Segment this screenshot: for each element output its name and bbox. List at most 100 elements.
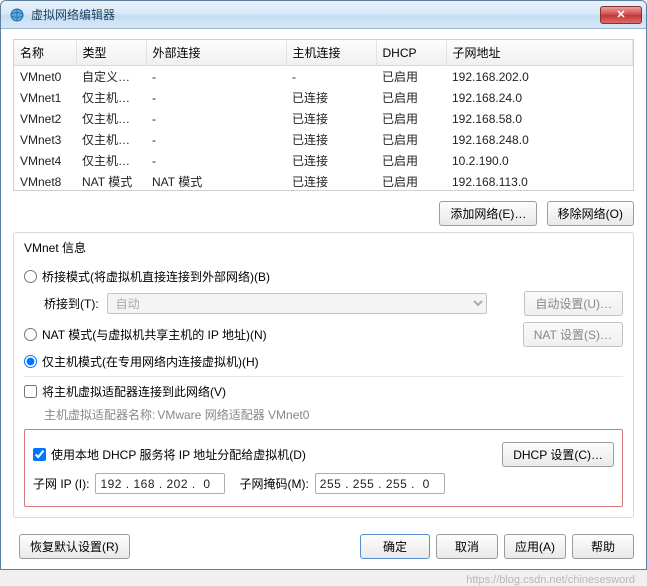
cell-subnet: 192.168.24.0: [446, 87, 633, 108]
cell-host: 已连接: [286, 129, 376, 150]
cell-subnet: 192.168.58.0: [446, 108, 633, 129]
cell-external: NAT 模式: [146, 171, 286, 191]
col-dhcp[interactable]: DHCP: [376, 40, 446, 66]
divider: [24, 376, 623, 377]
host-adapter-row: 将主机虚拟适配器连接到此网络(V): [24, 383, 623, 400]
dhcp-subnet-highlight: 使用本地 DHCP 服务将 IP 地址分配给虚拟机(D) DHCP 设置(C)……: [24, 429, 623, 507]
cell-host: 已连接: [286, 108, 376, 129]
bridged-mode-row: 桥接模式(将虚拟机直接连接到外部网络)(B): [24, 268, 623, 285]
nat-mode-row: NAT 模式(与虚拟机共享主机的 IP 地址)(N) NAT 设置(S)…: [24, 322, 623, 347]
vmnet-info-fieldset: VMnet 信息 桥接模式(将虚拟机直接连接到外部网络)(B) 桥接到(T): …: [13, 232, 634, 518]
cell-external: -: [146, 66, 286, 88]
cell-type: 自定义…: [76, 66, 146, 88]
bridged-mode-label: 桥接模式(将虚拟机直接连接到外部网络)(B): [42, 268, 270, 285]
table-row[interactable]: VMnet4仅主机…-已连接已启用10.2.190.0: [14, 150, 633, 171]
cell-dhcp: 已启用: [376, 87, 446, 108]
cell-name: VMnet8: [14, 171, 76, 191]
network-buttons-row: 添加网络(E)… 移除网络(O): [13, 201, 634, 226]
app-icon: [9, 7, 25, 23]
cell-name: VMnet2: [14, 108, 76, 129]
bridged-mode-radio[interactable]: [24, 270, 37, 283]
restore-defaults-button[interactable]: 恢复默认设置(R): [19, 534, 130, 559]
cell-type: 仅主机…: [76, 87, 146, 108]
apply-button[interactable]: 应用(A): [504, 534, 566, 559]
subnet-mask-input[interactable]: [315, 473, 445, 494]
cell-external: -: [146, 150, 286, 171]
content-area: 名称 类型 外部连接 主机连接 DHCP 子网地址 VMnet0自定义…--已启…: [1, 29, 646, 526]
watermark: https://blog.csdn.net/chinesesword: [0, 570, 647, 586]
cell-external: -: [146, 108, 286, 129]
table-row[interactable]: VMnet8NAT 模式NAT 模式已连接已启用192.168.113.0: [14, 171, 633, 191]
titlebar: 虚拟网络编辑器 ✕: [1, 1, 646, 29]
remove-network-button[interactable]: 移除网络(O): [547, 201, 634, 226]
cell-subnet: 192.168.248.0: [446, 129, 633, 150]
bridged-to-row: 桥接到(T): 自动 自动设置(U)…: [44, 291, 623, 316]
cell-host: 已连接: [286, 87, 376, 108]
table-row[interactable]: VMnet1仅主机…-已连接已启用192.168.24.0: [14, 87, 633, 108]
table-row[interactable]: VMnet3仅主机…-已连接已启用192.168.248.0: [14, 129, 633, 150]
add-network-button[interactable]: 添加网络(E)…: [439, 201, 537, 226]
close-icon: ✕: [616, 8, 625, 21]
cell-dhcp: 已启用: [376, 66, 446, 88]
host-adapter-checkbox[interactable]: [24, 385, 37, 398]
cell-subnet: 192.168.202.0: [446, 66, 633, 88]
cell-dhcp: 已启用: [376, 108, 446, 129]
cell-name: VMnet4: [14, 150, 76, 171]
cell-external: -: [146, 129, 286, 150]
ok-button[interactable]: 确定: [360, 534, 430, 559]
help-button[interactable]: 帮助: [572, 534, 634, 559]
nat-settings-button[interactable]: NAT 设置(S)…: [523, 322, 623, 347]
col-type[interactable]: 类型: [76, 40, 146, 66]
close-button[interactable]: ✕: [600, 6, 642, 24]
bridged-to-select[interactable]: 自动: [107, 293, 487, 314]
dhcp-settings-button[interactable]: DHCP 设置(C)…: [502, 442, 614, 467]
subnet-ip-label: 子网 IP (I):: [33, 475, 89, 492]
cancel-button[interactable]: 取消: [436, 534, 498, 559]
use-dhcp-row: 使用本地 DHCP 服务将 IP 地址分配给虚拟机(D) DHCP 设置(C)…: [33, 442, 614, 467]
cell-host: 已连接: [286, 150, 376, 171]
cell-name: VMnet0: [14, 66, 76, 88]
dialog-footer: 恢复默认设置(R) 确定 取消 应用(A) 帮助: [1, 526, 646, 569]
host-adapter-label: 将主机虚拟适配器连接到此网络(V): [42, 383, 226, 400]
bridged-to-label: 桥接到(T):: [44, 295, 99, 312]
window-title: 虚拟网络编辑器: [31, 6, 600, 23]
col-subnet[interactable]: 子网地址: [446, 40, 633, 66]
subnet-ip-input[interactable]: [95, 473, 225, 494]
fieldset-legend: VMnet 信息: [20, 239, 90, 256]
cell-host: 已连接: [286, 171, 376, 191]
cell-external: -: [146, 87, 286, 108]
use-dhcp-checkbox[interactable]: [33, 448, 46, 461]
col-host[interactable]: 主机连接: [286, 40, 376, 66]
cell-host: -: [286, 66, 376, 88]
host-adapter-name-value: VMware 网络适配器 VMnet0: [157, 406, 309, 423]
nat-mode-label: NAT 模式(与虚拟机共享主机的 IP 地址)(N): [42, 326, 267, 343]
col-external[interactable]: 外部连接: [146, 40, 286, 66]
auto-settings-button[interactable]: 自动设置(U)…: [524, 291, 623, 316]
network-table: 名称 类型 外部连接 主机连接 DHCP 子网地址 VMnet0自定义…--已启…: [13, 39, 634, 191]
cell-name: VMnet1: [14, 87, 76, 108]
col-name[interactable]: 名称: [14, 40, 76, 66]
cell-subnet: 10.2.190.0: [446, 150, 633, 171]
use-dhcp-label: 使用本地 DHCP 服务将 IP 地址分配给虚拟机(D): [51, 446, 306, 463]
table-header: 名称 类型 外部连接 主机连接 DHCP 子网地址: [14, 40, 633, 66]
host-adapter-name-label: 主机虚拟适配器名称:: [44, 406, 155, 423]
cell-dhcp: 已启用: [376, 129, 446, 150]
nat-mode-radio[interactable]: [24, 328, 37, 341]
table-row[interactable]: VMnet2仅主机…-已连接已启用192.168.58.0: [14, 108, 633, 129]
cell-dhcp: 已启用: [376, 171, 446, 191]
subnet-row: 子网 IP (I): 子网掩码(M):: [33, 473, 614, 494]
virtual-network-editor-window: 虚拟网络编辑器 ✕ 名称 类型 外部连接 主机连接 DHCP 子网地址 VMne…: [0, 0, 647, 570]
cell-type: NAT 模式: [76, 171, 146, 191]
hostonly-mode-radio[interactable]: [24, 355, 37, 368]
cell-type: 仅主机…: [76, 108, 146, 129]
hostonly-mode-label: 仅主机模式(在专用网络内连接虚拟机)(H): [42, 353, 259, 370]
cell-type: 仅主机…: [76, 129, 146, 150]
cell-name: VMnet3: [14, 129, 76, 150]
host-adapter-name-row: 主机虚拟适配器名称: VMware 网络适配器 VMnet0: [44, 406, 623, 423]
subnet-mask-label: 子网掩码(M):: [239, 475, 308, 492]
hostonly-mode-row: 仅主机模式(在专用网络内连接虚拟机)(H): [24, 353, 623, 370]
cell-dhcp: 已启用: [376, 150, 446, 171]
cell-type: 仅主机…: [76, 150, 146, 171]
table-row[interactable]: VMnet0自定义…--已启用192.168.202.0: [14, 66, 633, 88]
cell-subnet: 192.168.113.0: [446, 171, 633, 191]
